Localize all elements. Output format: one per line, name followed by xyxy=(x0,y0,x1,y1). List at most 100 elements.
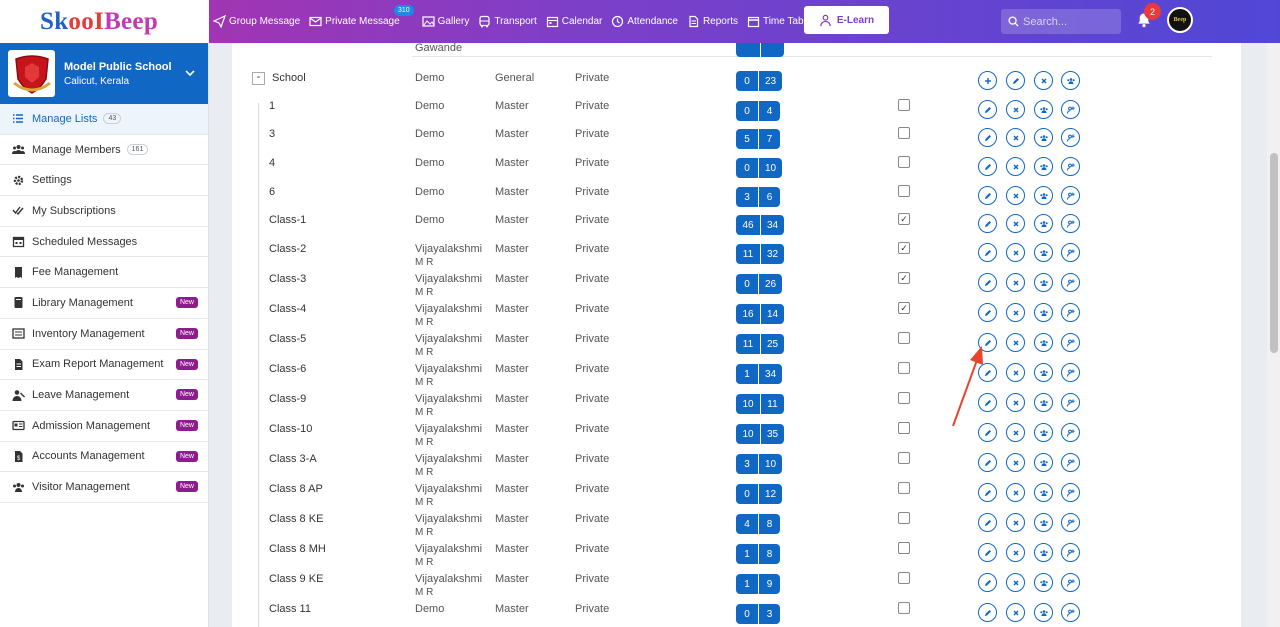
edit-pencil-button[interactable] xyxy=(978,186,997,205)
edit-pencil-button[interactable] xyxy=(978,543,997,562)
avatar[interactable]: Beep xyxy=(1167,7,1193,33)
select-checkbox[interactable]: ✓ xyxy=(898,213,910,225)
members-button[interactable] xyxy=(1034,423,1053,442)
nav-timetable-link[interactable]: Time Table xyxy=(747,0,811,43)
select-checkbox[interactable] xyxy=(898,602,910,614)
add-user-button[interactable] xyxy=(1061,573,1080,592)
select-checkbox[interactable] xyxy=(898,422,910,434)
add-user-button[interactable] xyxy=(1061,513,1080,532)
sidebar-item-my-subscriptions[interactable]: My Subscriptions xyxy=(0,196,208,227)
scrollbar[interactable] xyxy=(1267,43,1280,627)
add-user-button[interactable] xyxy=(1061,603,1080,622)
edit-pencil-button[interactable] xyxy=(978,273,997,292)
delete-x-button[interactable] xyxy=(1006,393,1025,412)
select-checkbox[interactable] xyxy=(898,362,910,374)
delete-x-button[interactable] xyxy=(1006,513,1025,532)
select-checkbox[interactable] xyxy=(898,512,910,524)
select-checkbox[interactable]: ✓ xyxy=(898,242,910,254)
add-button[interactable] xyxy=(978,71,997,90)
members-button[interactable] xyxy=(1034,157,1053,176)
select-checkbox[interactable]: ✓ xyxy=(898,302,910,314)
members-button[interactable] xyxy=(1034,363,1053,382)
members-button[interactable] xyxy=(1034,243,1053,262)
edit-pencil-button[interactable] xyxy=(978,303,997,322)
school-selector[interactable]: Model Public School Calicut, Kerala xyxy=(0,43,208,104)
add-user-button[interactable] xyxy=(1061,128,1080,147)
add-user-button[interactable] xyxy=(1061,243,1080,262)
add-user-button[interactable] xyxy=(1061,363,1080,382)
add-user-button[interactable] xyxy=(1061,333,1080,352)
nav-image-link[interactable]: Gallery xyxy=(422,0,469,43)
nav-send-link[interactable]: Group Message xyxy=(213,0,300,43)
select-checkbox[interactable] xyxy=(898,572,910,584)
nav-calendar-link[interactable]: Calendar xyxy=(546,0,602,43)
nav-clock-link[interactable]: Attendance xyxy=(611,0,678,43)
edit-pencil-button[interactable] xyxy=(978,363,997,382)
sidebar-item-accounts-management[interactable]: $ Accounts Management New xyxy=(0,442,208,473)
chevron-down-icon[interactable] xyxy=(184,67,196,79)
members-button[interactable] xyxy=(1034,273,1053,292)
edit-pencil-button[interactable] xyxy=(1006,71,1025,90)
members-button[interactable] xyxy=(1034,303,1053,322)
scrollbar-thumb[interactable] xyxy=(1270,153,1278,353)
sidebar-item-inventory-management[interactable]: Inventory Management New xyxy=(0,319,208,350)
add-user-button[interactable] xyxy=(1061,543,1080,562)
members-button[interactable] xyxy=(1034,573,1053,592)
sidebar-item-manage-lists[interactable]: Manage Lists 43 xyxy=(0,104,208,135)
members-button[interactable] xyxy=(1034,603,1053,622)
select-checkbox[interactable] xyxy=(898,482,910,494)
delete-x-button[interactable] xyxy=(1006,128,1025,147)
add-user-button[interactable] xyxy=(1061,157,1080,176)
edit-pencil-button[interactable] xyxy=(978,157,997,176)
sidebar-item-exam-report-management[interactable]: Exam Report Management New xyxy=(0,350,208,381)
add-user-button[interactable] xyxy=(1061,100,1080,119)
select-checkbox[interactable] xyxy=(898,392,910,404)
edit-pencil-button[interactable] xyxy=(978,128,997,147)
delete-x-button[interactable] xyxy=(1006,543,1025,562)
delete-x-button[interactable] xyxy=(1006,186,1025,205)
sidebar-item-admission-management[interactable]: Admission Management New xyxy=(0,411,208,442)
edit-pencil-button[interactable] xyxy=(978,453,997,472)
add-user-button[interactable] xyxy=(1061,273,1080,292)
members-button[interactable] xyxy=(1034,543,1053,562)
select-checkbox[interactable] xyxy=(898,127,910,139)
sidebar-item-settings[interactable]: Settings xyxy=(0,165,208,197)
add-user-button[interactable] xyxy=(1061,214,1080,233)
delete-x-button[interactable] xyxy=(1006,303,1025,322)
select-checkbox[interactable] xyxy=(898,156,910,168)
edit-pencil-button[interactable] xyxy=(978,333,997,352)
delete-x-button[interactable] xyxy=(1006,273,1025,292)
select-checkbox[interactable] xyxy=(898,185,910,197)
add-user-button[interactable] xyxy=(1061,303,1080,322)
select-checkbox[interactable] xyxy=(898,542,910,554)
delete-x-button[interactable] xyxy=(1006,423,1025,442)
delete-x-button[interactable] xyxy=(1006,333,1025,352)
edit-pencil-button[interactable] xyxy=(978,603,997,622)
sidebar-item-fee-management[interactable]: Fee Management xyxy=(0,257,208,289)
delete-x-button[interactable] xyxy=(1006,100,1025,119)
delete-x-button[interactable] xyxy=(1006,363,1025,382)
select-checkbox[interactable] xyxy=(898,332,910,344)
nav-bus-link[interactable]: Transport xyxy=(478,0,537,43)
edit-pencil-button[interactable] xyxy=(978,393,997,412)
delete-x-button[interactable] xyxy=(1006,483,1025,502)
delete-x-button[interactable] xyxy=(1006,157,1025,176)
add-user-button[interactable] xyxy=(1061,393,1080,412)
members-button[interactable] xyxy=(1034,214,1053,233)
members-button[interactable] xyxy=(1034,453,1053,472)
members-button[interactable] xyxy=(1034,333,1053,352)
members-button[interactable] xyxy=(1034,186,1053,205)
sidebar-item-library-management[interactable]: Library Management New xyxy=(0,288,208,319)
collapse-toggle[interactable]: - xyxy=(252,72,265,85)
edit-pencil-button[interactable] xyxy=(978,483,997,502)
edit-pencil-button[interactable] xyxy=(978,100,997,119)
add-user-button[interactable] xyxy=(1061,453,1080,472)
edit-pencil-button[interactable] xyxy=(978,513,997,532)
search-input[interactable] xyxy=(1023,15,1113,28)
select-checkbox[interactable]: ✓ xyxy=(898,272,910,284)
delete-x-button[interactable] xyxy=(1006,573,1025,592)
add-user-button[interactable] xyxy=(1061,186,1080,205)
select-checkbox[interactable] xyxy=(898,99,910,111)
delete-x-button[interactable] xyxy=(1006,214,1025,233)
edit-pencil-button[interactable] xyxy=(978,243,997,262)
